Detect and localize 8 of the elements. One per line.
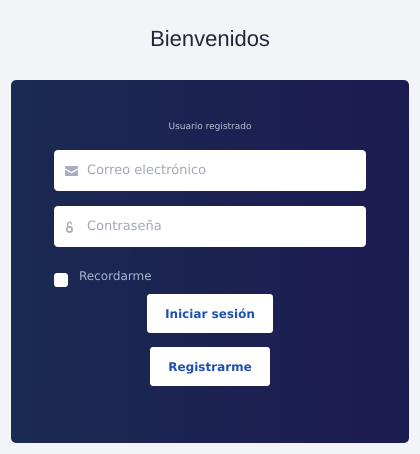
form-heading: Usuario registrado [168, 122, 252, 132]
email-field[interactable]: Correo electrónico [54, 150, 366, 191]
login-button[interactable]: Iniciar sesión [147, 294, 273, 333]
register-button[interactable]: Registrarme [150, 347, 270, 386]
remember-label[interactable]: Recordarme [79, 269, 152, 283]
password-field[interactable]: Contraseña [54, 206, 366, 247]
page-title: Bienvenidos [150, 26, 270, 53]
remember-checkbox[interactable] [54, 273, 68, 287]
